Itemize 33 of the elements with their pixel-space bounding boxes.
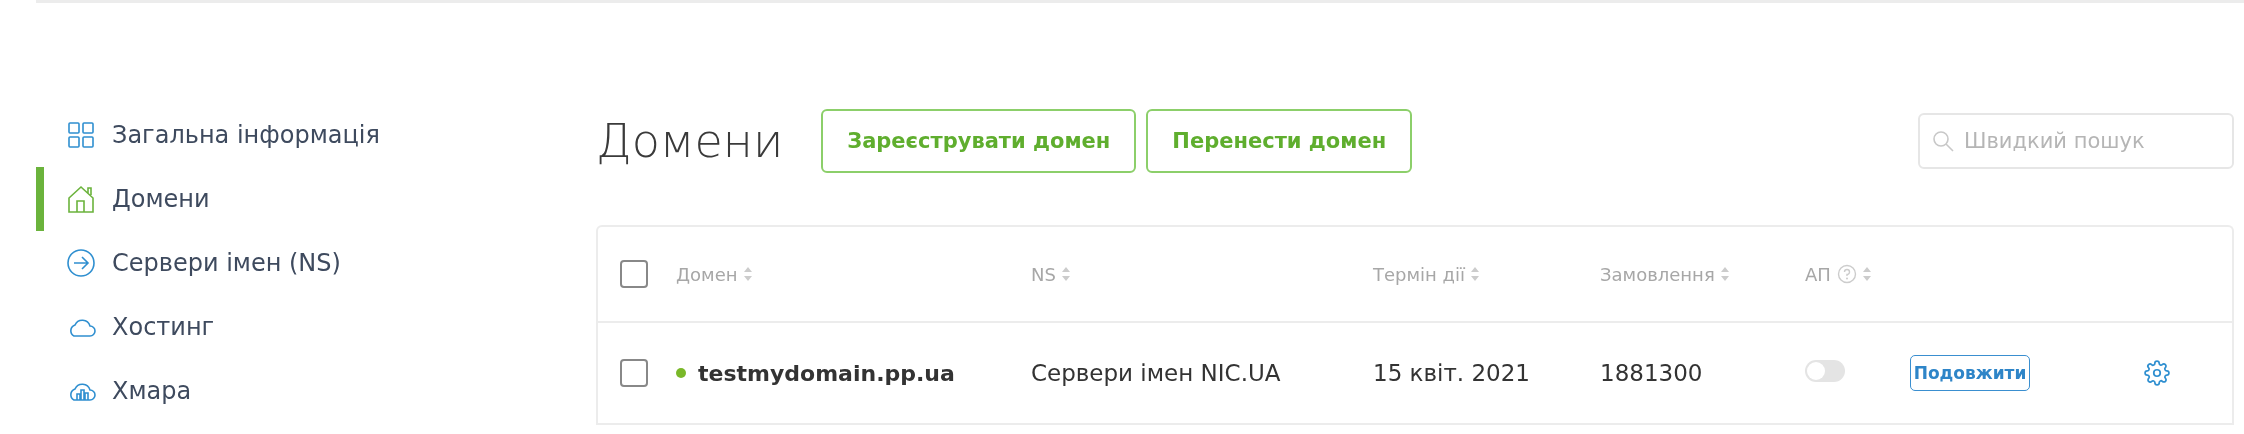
checkbox[interactable]	[620, 260, 648, 288]
sort-icon[interactable]	[1471, 267, 1479, 281]
settings-icon[interactable]	[2144, 360, 2170, 386]
column-header[interactable]: Домен	[676, 263, 738, 285]
help-icon[interactable]	[1836, 264, 1857, 284]
sidebar-item[interactable]: Сервери імен (NS)	[36, 231, 596, 295]
renew-button[interactable]: Подовжити	[1910, 355, 2030, 391]
column-header[interactable]: NS	[1031, 263, 1056, 285]
column-header[interactable]: АП	[1805, 263, 1831, 285]
order-number: 1881300	[1600, 360, 1704, 386]
sidebar-item[interactable]: Домени	[36, 167, 596, 231]
sidebar-item[interactable]: Хмара	[36, 359, 596, 423]
grid-icon	[66, 120, 96, 150]
column-header[interactable]: Термін дії	[1373, 263, 1465, 285]
sort-icon[interactable]	[743, 267, 752, 281]
house-icon	[66, 184, 96, 214]
action-button[interactable]: Зареєструвати домен	[821, 109, 1137, 173]
sort-icon[interactable]	[1720, 267, 1729, 281]
column-header[interactable]: Замовлення	[1600, 263, 1715, 285]
sidebar-item[interactable]: Загальна інформація	[36, 103, 596, 167]
ns-cell-text: Сервери імен NIC.UA	[1031, 360, 1282, 386]
arrow-circle-icon	[66, 248, 96, 278]
search-icon	[1932, 130, 1954, 152]
sort-icon[interactable]	[1862, 267, 1871, 281]
search-field[interactable]: Швидкий пошук	[1918, 113, 2234, 169]
action-button[interactable]: Перенести домен	[1146, 109, 1413, 173]
autorenew-toggle[interactable]	[1805, 360, 1845, 382]
sort-icon[interactable]	[1061, 267, 1070, 281]
domain-name[interactable]: testmydomain.pp.ua	[698, 360, 955, 386]
checkbox[interactable]	[620, 359, 648, 387]
sidebar-item[interactable]: Хостинг	[36, 295, 596, 359]
expiry-date: 15 квіт. 2021	[1373, 360, 1531, 386]
page-title: Домени	[596, 114, 784, 168]
